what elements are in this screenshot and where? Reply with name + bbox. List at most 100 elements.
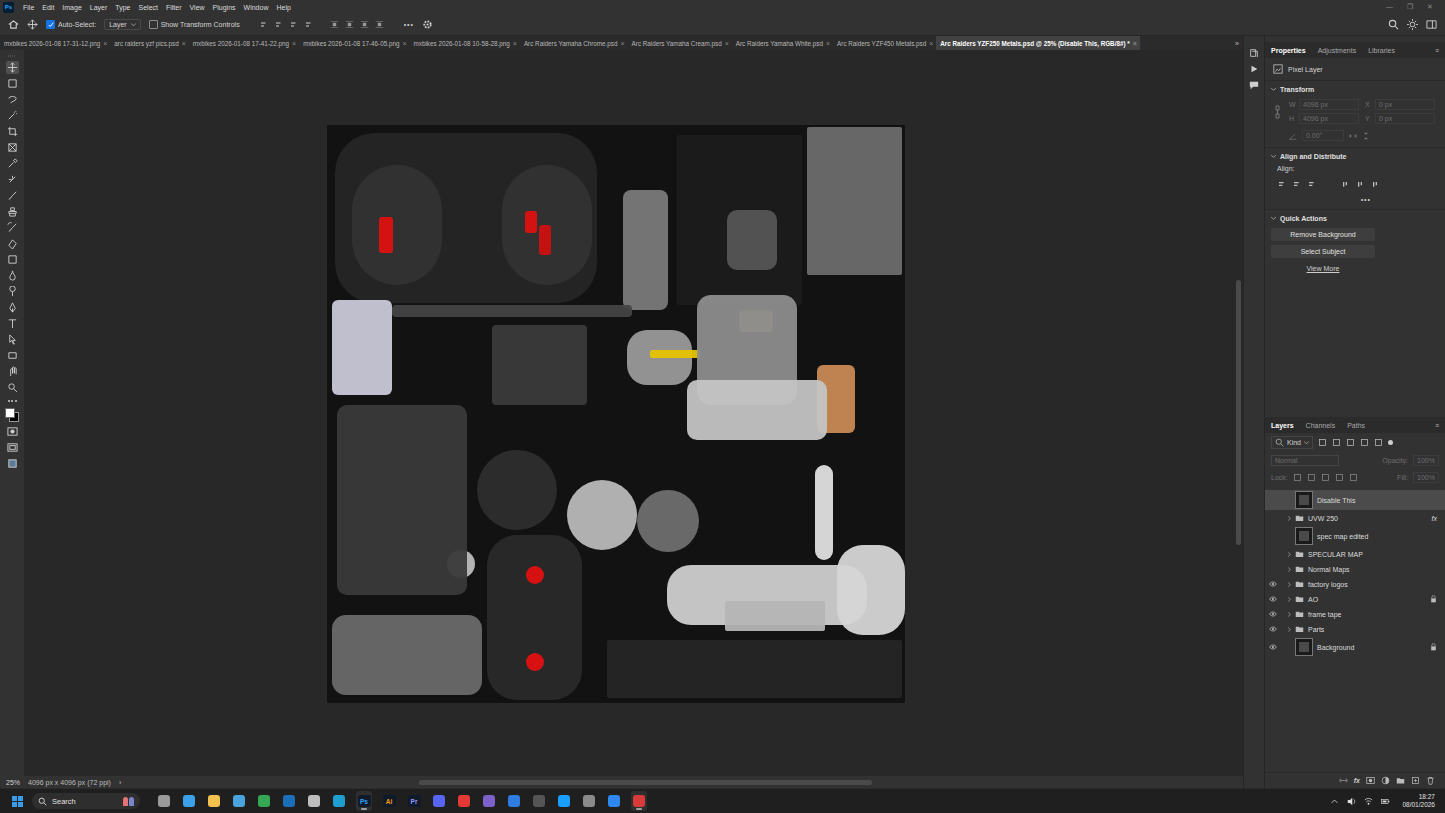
align-vertical-icon[interactable] (1341, 180, 1349, 188)
chevron-right-icon[interactable] (1288, 516, 1291, 521)
tool-icon[interactable] (6, 301, 19, 314)
menu-item[interactable]: Edit (38, 4, 58, 11)
chevron-right-icon[interactable] (1288, 567, 1291, 572)
taskbar-app[interactable] (156, 791, 172, 811)
menu-item[interactable]: Image (58, 4, 85, 11)
menu-item[interactable]: Window (240, 4, 273, 11)
align-vertical-icon[interactable] (1371, 180, 1379, 188)
taskbar-app[interactable] (631, 791, 647, 811)
chevron-right-icon[interactable] (1288, 552, 1291, 557)
field-input[interactable]: 0 px (1375, 113, 1435, 124)
document-tab[interactable]: Arc Raiders Yamaha Chrome.psd× (520, 36, 628, 50)
filter-icon[interactable] (1374, 438, 1383, 447)
artboard-icon[interactable] (6, 457, 19, 470)
chevron-right-icon[interactable] (1288, 612, 1291, 617)
visibility-toggle[interactable] (1265, 562, 1278, 576)
distribute-icon[interactable] (375, 20, 384, 29)
taskbar-app[interactable] (456, 791, 472, 811)
layer-name[interactable]: UVW 250 (1308, 515, 1338, 522)
taskbar-app[interactable] (206, 791, 222, 811)
vertical-scrollbar[interactable] (1233, 50, 1243, 776)
document-tab[interactable]: Arc Raiders YZF250 Metals.psd @ 25% (Dis… (936, 36, 1140, 50)
auto-select-checkbox[interactable] (46, 20, 55, 29)
layer-name[interactable]: factory logos (1308, 581, 1348, 588)
tab-close-button[interactable]: × (402, 40, 406, 47)
quick-action-button[interactable]: Select Subject (1271, 245, 1375, 258)
filter-icon[interactable] (1360, 438, 1369, 447)
menu-item[interactable]: View (186, 4, 209, 11)
flip-horizontal-icon[interactable] (1349, 132, 1357, 140)
lock-option-icon[interactable] (1349, 473, 1358, 482)
chevron-right-icon[interactable] (1288, 627, 1291, 632)
foreground-color-swatch[interactable] (5, 408, 15, 418)
layer-name[interactable]: spec map edited (1317, 533, 1368, 540)
tool-icon[interactable] (6, 205, 19, 218)
document-tab[interactable]: arc raiders yzf pics.psd× (110, 36, 188, 50)
zoom-level[interactable]: 25% (6, 779, 20, 786)
panel-tab[interactable]: Paths (1347, 422, 1365, 429)
move-tool-icon[interactable] (27, 19, 38, 30)
tab-close-button[interactable]: × (1133, 40, 1137, 47)
document-tab[interactable]: mxbikes 2026-01-08 10-58-28.png× (410, 36, 520, 50)
layer-name[interactable]: Parts (1308, 626, 1324, 633)
panel-tab[interactable]: Libraries (1368, 47, 1395, 54)
tool-icon[interactable] (6, 285, 19, 298)
visibility-toggle[interactable] (1265, 607, 1278, 621)
taskbar-app[interactable] (331, 791, 347, 811)
visibility-toggle[interactable] (1265, 526, 1278, 546)
tool-icon[interactable] (6, 157, 19, 170)
layer-name[interactable]: frame tape (1308, 611, 1341, 618)
tab-close-button[interactable]: × (182, 40, 186, 47)
menu-item[interactable]: Plugins (209, 4, 240, 11)
distribute-icon[interactable] (330, 20, 339, 29)
window-control-button[interactable]: — (1386, 3, 1393, 11)
document-tab[interactable]: Arc Raiders Yamaha Cream.psd× (628, 36, 732, 50)
taskbar-app[interactable] (581, 791, 597, 811)
lock-option-icon[interactable] (1307, 473, 1316, 482)
auto-select-target-dropdown[interactable]: Layer (104, 19, 141, 30)
transform-section-header[interactable]: Transform (1265, 80, 1445, 96)
window-control-button[interactable]: ✕ (1427, 3, 1433, 11)
tab-close-button[interactable]: × (292, 40, 296, 47)
chevron-right-icon[interactable] (1288, 597, 1291, 602)
panel-tab[interactable]: Channels (1306, 422, 1336, 429)
panel-menu-button[interactable]: ≡ (1435, 47, 1439, 54)
distribute-icon[interactable] (345, 20, 354, 29)
menu-item[interactable]: Layer (86, 4, 112, 11)
tab-close-button[interactable]: × (929, 40, 933, 47)
link-icon[interactable] (1275, 105, 1281, 119)
visibility-toggle[interactable] (1265, 547, 1278, 561)
align-icon[interactable] (288, 20, 297, 29)
field-input[interactable]: 4096 px (1299, 99, 1359, 110)
layer-name[interactable]: Background (1317, 644, 1354, 651)
tool-icon[interactable] (6, 317, 19, 330)
app-logo[interactable]: Ps (3, 2, 14, 13)
document-tab[interactable]: Arc Raiders Yamaha White.psd× (732, 36, 833, 50)
lock-option-icon[interactable] (1293, 473, 1302, 482)
taskbar-search[interactable]: Search (32, 793, 140, 809)
tool-icon[interactable] (6, 269, 19, 282)
panel-tab[interactable]: Layers (1271, 422, 1294, 429)
more-tools-button[interactable] (8, 397, 17, 405)
home-icon[interactable] (8, 19, 19, 30)
tool-icon[interactable] (6, 381, 19, 394)
lock-option-icon[interactable] (1335, 473, 1344, 482)
tool-icon[interactable] (6, 221, 19, 234)
wifi-icon[interactable] (1364, 797, 1373, 806)
tool-icon[interactable] (6, 141, 19, 154)
align-icon[interactable] (303, 20, 312, 29)
tool-icon[interactable] (6, 349, 19, 362)
sun-icon[interactable] (1407, 19, 1418, 30)
more-options-button[interactable]: ••• (404, 21, 414, 28)
taskbar-app[interactable] (506, 791, 522, 811)
visibility-toggle[interactable] (1265, 622, 1278, 636)
taskbar-app[interactable] (481, 791, 497, 811)
history-icon[interactable] (1249, 48, 1259, 58)
taskbar-app[interactable] (431, 791, 447, 811)
tool-icon[interactable] (6, 253, 19, 266)
align-icon[interactable] (273, 20, 282, 29)
layer-name[interactable]: AO (1308, 596, 1318, 603)
filter-icon[interactable] (1318, 438, 1327, 447)
tool-icon[interactable] (6, 237, 19, 250)
menu-item[interactable]: Help (272, 4, 294, 11)
